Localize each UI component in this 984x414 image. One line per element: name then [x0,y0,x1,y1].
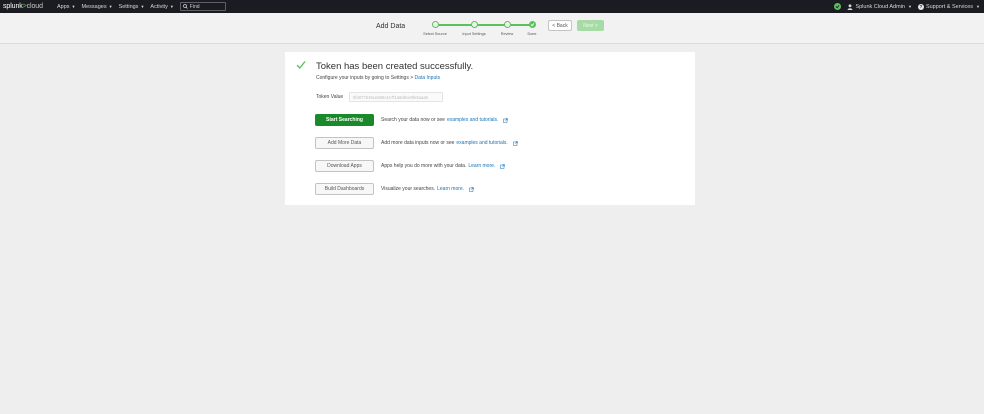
action-row-add-more-data: Add More Data Add more data inputs now o… [315,137,675,149]
support-label: Support & Services [925,3,974,10]
success-subtitle: Configure your inputs by going to Settin… [316,75,440,81]
user-menu[interactable]: Splunk Cloud Admin ▼ [847,4,912,10]
examples-tutorials-link[interactable]: examples and tutorials. [447,117,498,123]
step-select-source: Select Source [420,17,450,36]
step-dot [431,21,439,28]
action-desc-text: Add more data inputs now or see [381,140,455,146]
start-searching-button[interactable]: Start Searching [315,114,374,126]
action-desc-text: Visualize your searches. [381,186,436,192]
token-value-field[interactable]: 0f4077b45ce585c4e7f1a9d6ce8fe5aaa0 [349,92,443,102]
add-data-wizard-header: Add Data Select Source Input Settings Re… [0,13,984,44]
right-nav: Splunk Cloud Admin ▼ ? Support & Services… [834,0,980,13]
learn-more-link[interactable]: Learn more. [468,163,495,169]
action-desc-text: Apps help you do more with your data. [381,163,467,169]
action-description: Visualize your searches. Learn more. [381,186,474,192]
nav-settings[interactable]: Settings ▼ [119,4,145,10]
step-input-settings: Input Settings [459,17,489,36]
logo-text-cloud: cloud [26,3,43,10]
success-check-icon [296,61,306,70]
action-desc-text: Search your data now or see [381,117,445,123]
next-button: Next > [577,20,604,31]
logo-text-splunk: splunk [3,3,23,10]
caret-down-icon: ▼ [907,4,912,9]
nav-activity[interactable]: Activity ▼ [150,4,173,10]
caret-down-icon: ▼ [71,4,76,9]
back-button[interactable]: < Back [548,20,572,31]
nav-activity-label: Activity [150,3,168,10]
external-link-icon [469,186,474,192]
search-icon [182,4,188,9]
caret-down-icon: ▼ [108,4,113,9]
external-link-icon [513,140,518,146]
data-inputs-link[interactable]: Data Inputs [415,75,441,81]
external-link-icon [503,117,509,123]
action-description: Search your data now or see examples and … [381,117,509,123]
subtitle-text: Configure your inputs by going to Settin… [316,75,415,81]
token-label: Token Value [316,94,344,100]
nav-messages-label: Messages [81,3,107,10]
health-status-icon[interactable] [834,3,842,10]
step-dot [470,21,478,28]
step-done: Done [517,17,547,36]
step-label: Input Settings [462,32,486,36]
caret-down-icon: ▼ [976,4,980,9]
step-dot [503,21,511,28]
learn-more-link[interactable]: Learn more. [437,186,464,192]
user-icon [847,3,853,10]
support-menu[interactable]: ? Support & Services ▼ [917,3,980,10]
find-input[interactable]: Find [179,2,226,11]
nav-messages[interactable]: Messages ▼ [82,4,113,10]
examples-tutorials-link[interactable]: examples and tutorials. [456,140,507,146]
wizard-title: Add Data [376,23,406,30]
external-link-icon [500,163,506,169]
nav-apps-label: Apps [57,3,70,10]
find-placeholder: Find [189,3,200,10]
caret-down-icon: ▼ [140,4,145,9]
step-done-check-icon [528,21,536,28]
action-description: Apps help you do more with your data. Lea… [381,163,506,169]
download-apps-button[interactable]: Download Apps [315,160,374,172]
nav-settings-label: Settings [118,3,139,10]
build-dashboards-button[interactable]: Build Dashboards [315,183,374,195]
action-description: Add more data inputs now or see examples … [381,140,518,146]
splunk-cloud-logo[interactable]: splunk>cloud [3,3,51,10]
success-panel: Token has been created successfully. Con… [285,52,695,205]
action-row-start-searching: Start Searching Search your data now or … [315,114,675,126]
user-name: Splunk Cloud Admin [855,3,905,10]
caret-down-icon: ▼ [169,4,174,9]
top-nav-bar: splunk>cloud Apps ▼ Messages ▼ Settings ▼ A… [0,0,984,13]
step-label: Select Source [423,32,447,36]
success-title: Token has been created successfully. [316,61,474,72]
wizard-steps: Select Source Input Settings Review Done [420,17,544,41]
add-more-data-button[interactable]: Add More Data [315,137,374,149]
action-row-build-dashboards: Build Dashboards Visualize your searches… [315,183,675,195]
action-row-download-apps: Download Apps Apps help you do more with… [315,160,675,172]
nav-apps[interactable]: Apps ▼ [57,4,76,10]
step-label: Done [527,32,537,36]
help-icon: ? [917,3,924,10]
